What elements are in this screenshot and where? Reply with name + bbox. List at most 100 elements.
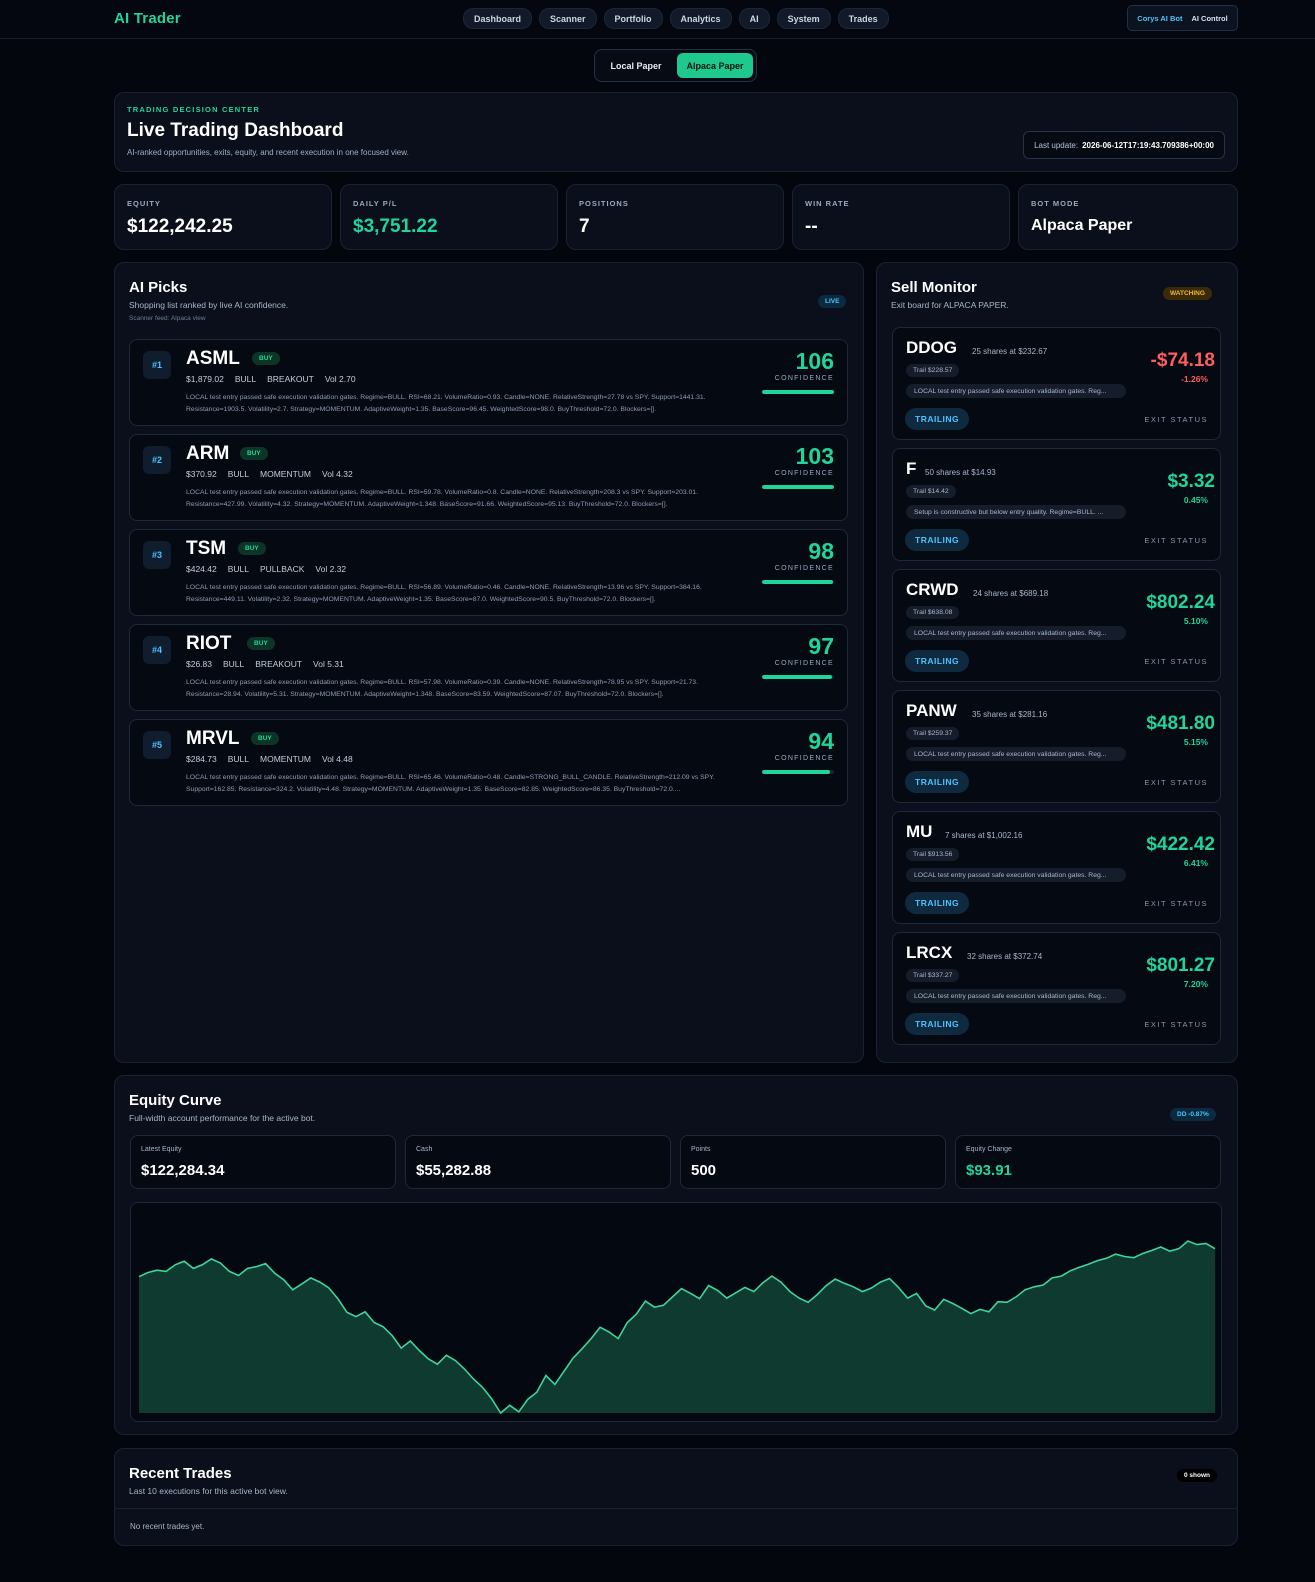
equity-curve-title: Equity Curve — [129, 1092, 222, 1109]
pick-card[interactable]: #2 ARM BUY $370.92 BULL MOMENTUM Vol 4.3… — [129, 434, 848, 521]
pick-confidence: 103 — [795, 443, 834, 469]
stat-equity: EQUITY $122,242.25 — [114, 184, 332, 250]
stat-value: -- — [805, 216, 818, 237]
confidence-bar — [762, 580, 834, 584]
pick-vol: Vol 2.70 — [324, 374, 356, 384]
pick-reason: LOCAL test entry passed safe execution v… — [186, 489, 698, 508]
pick-card[interactable]: #1 ASML BUY $1,879.02 BULL BREAKOUT Vol … — [129, 339, 848, 426]
position-note: Setup is constructive but below entry qu… — [906, 505, 1126, 519]
equity-area — [139, 1241, 1215, 1413]
page-title: Live Trading Dashboard — [127, 120, 344, 141]
pick-regime: BULL — [227, 469, 249, 479]
last-update-label: Last update: — [1034, 140, 1079, 150]
buy-badge: BUY — [251, 732, 279, 745]
equity-chart-svg — [138, 1240, 1216, 1415]
pick-card[interactable]: #4 RIOT BUY $26.83 BULL BREAKOUT Vol 5.3… — [129, 624, 848, 711]
position-pnl: $801.27 — [1146, 955, 1215, 976]
nav-scanner[interactable]: Scanner — [539, 8, 597, 29]
position-shares: 24 shares at $689.18 — [973, 589, 1049, 598]
pick-vol: Vol 4.48 — [322, 754, 353, 764]
position-ticker: F — [906, 459, 917, 478]
stat-positions: POSITIONS 7 — [566, 184, 784, 250]
position-card[interactable]: F 50 shares at $14.93 Trail $14.42 Setup… — [892, 448, 1221, 561]
stat-win-rate: WIN RATE -- — [792, 184, 1010, 250]
nav-portfolio[interactable]: Portfolio — [603, 8, 663, 29]
exit-status-label: EXIT STATUS — [1144, 899, 1208, 908]
pick-price: $424.42 — [186, 564, 217, 574]
confidence-bar-fill — [762, 770, 830, 774]
equity-change-card: Equity Change $93.91 — [955, 1135, 1221, 1189]
nav-analytics[interactable]: Analytics — [669, 8, 732, 29]
mode-local-paper[interactable]: Local Paper — [598, 53, 674, 78]
trailing-button[interactable]: TRAILING — [905, 1013, 970, 1035]
trailing-button[interactable]: TRAILING — [905, 892, 970, 914]
last-update-value: 2026-06-12T17:19:43.709386+00:00 — [1082, 140, 1214, 150]
pick-regime: BULL — [223, 659, 245, 669]
card-value: $122,284.34 — [141, 1162, 225, 1179]
trail-stop: Trail $14.42 — [906, 485, 956, 498]
position-ticker: MU — [906, 822, 933, 841]
nav-trades[interactable]: Trades — [837, 8, 889, 29]
pick-rank: #3 — [143, 541, 171, 569]
top-bar: AI Trader Dashboard Scanner Portfolio An… — [0, 0, 1315, 39]
position-shares: 25 shares at $232.67 — [972, 347, 1048, 356]
nav-dashboard[interactable]: Dashboard — [463, 8, 533, 29]
position-card[interactable]: CRWD 24 shares at $689.18 Trail $638.08 … — [892, 569, 1221, 682]
bot-switch-secondary[interactable]: AI Control — [1191, 14, 1227, 23]
pick-regime: BULL — [227, 754, 249, 764]
position-card[interactable]: MU 7 shares at $1,002.16 Trail $913.56 L… — [892, 811, 1221, 924]
hero-panel: TRADING DECISION CENTER Live Trading Das… — [114, 92, 1238, 172]
position-shares: 50 shares at $14.93 — [925, 468, 996, 477]
equity-curve-panel: Equity Curve Full-width account performa… — [114, 1075, 1238, 1435]
brand-logo[interactable]: AI Trader — [114, 10, 181, 27]
empty-state: No recent trades yet. — [130, 1522, 205, 1531]
pick-price: $284.73 — [186, 754, 217, 764]
trailing-button[interactable]: TRAILING — [905, 650, 970, 672]
nav-ai[interactable]: AI — [738, 8, 770, 29]
confidence-bar-fill — [762, 580, 833, 584]
stat-value: $3,751.22 — [353, 216, 438, 237]
nav-system[interactable]: System — [776, 8, 831, 29]
sell-monitor-title: Sell Monitor — [891, 279, 977, 296]
position-note: LOCAL test entry passed safe execution v… — [906, 868, 1126, 882]
trailing-button[interactable]: TRAILING — [905, 529, 970, 551]
position-pct: 0.45% — [1183, 495, 1208, 505]
card-label: Cash — [416, 1146, 433, 1153]
pick-card[interactable]: #3 TSM BUY $424.42 BULL PULLBACK Vol 2.3… — [129, 529, 848, 616]
stat-label: WIN RATE — [805, 199, 850, 208]
exit-status-label: EXIT STATUS — [1144, 415, 1208, 424]
pick-price: $370.92 — [186, 469, 217, 479]
drawdown-badge: DD -0.87% — [1170, 1108, 1216, 1121]
pick-regime: BULL — [234, 374, 257, 384]
bot-switcher[interactable]: Corys AI Bot AI Control — [1127, 5, 1238, 31]
card-label: Equity Change — [966, 1146, 1012, 1153]
pick-meta: $26.83 BULL BREAKOUT Vol 5.31 — [186, 659, 344, 669]
watching-badge: WATCHING — [1163, 287, 1212, 300]
mode-alpaca-paper[interactable]: Alpaca Paper — [677, 53, 753, 78]
pick-reason: LOCAL test entry passed safe execution v… — [186, 584, 702, 603]
pick-reason: LOCAL test entry passed safe execution v… — [186, 774, 715, 793]
bot-switch-primary[interactable]: Corys AI Bot — [1137, 14, 1182, 23]
pick-setup: BREAKOUT — [255, 659, 303, 669]
confidence-label: CONFIDENCE — [774, 375, 834, 382]
confidence-label: CONFIDENCE — [774, 565, 834, 572]
pick-reason: LOCAL test entry passed safe execution v… — [186, 394, 706, 413]
pick-rank: #5 — [143, 731, 171, 759]
hero-eyebrow: TRADING DECISION CENTER — [127, 105, 261, 114]
divider — [115, 1508, 1237, 1509]
exit-status-label: EXIT STATUS — [1144, 536, 1208, 545]
trailing-button[interactable]: TRAILING — [905, 771, 970, 793]
pick-setup: MOMENTUM — [260, 469, 311, 479]
confidence-bar — [762, 390, 834, 394]
position-shares: 32 shares at $372.74 — [967, 952, 1043, 961]
pick-confidence: 106 — [795, 348, 834, 374]
pick-setup: BREAKOUT — [267, 374, 314, 384]
pick-card[interactable]: #5 MRVL BUY $284.73 BULL MOMENTUM Vol 4.… — [129, 719, 848, 806]
position-card[interactable]: LRCX 32 shares at $372.74 Trail $337.27 … — [892, 932, 1221, 1045]
position-card[interactable]: PANW 35 shares at $281.16 Trail $259.37 … — [892, 690, 1221, 803]
stat-label: DAILY P/L — [353, 199, 398, 208]
position-card[interactable]: DDOG 25 shares at $232.67 Trail $228.57 … — [892, 327, 1221, 440]
trailing-button[interactable]: TRAILING — [905, 408, 970, 430]
pick-reason: LOCAL test entry passed safe execution v… — [186, 679, 698, 698]
stat-value: 7 — [579, 216, 590, 237]
